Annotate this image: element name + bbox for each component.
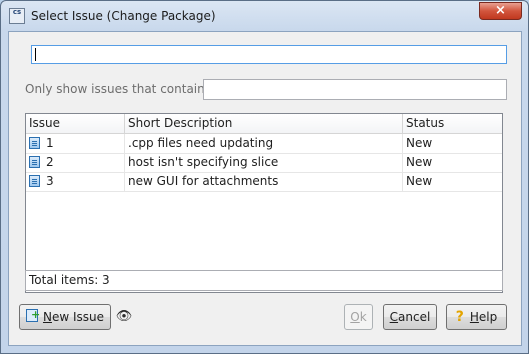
text-caret <box>35 48 36 61</box>
issue-icon <box>29 174 40 187</box>
dialog-body: Only show issues that contain: Issue Sho… <box>8 31 522 346</box>
cancel-mnemonic: C <box>389 310 399 324</box>
table-row[interactable]: 1 .cpp files need updating New <box>26 134 502 154</box>
help-bulb-icon: ? <box>455 309 464 325</box>
issue-cell: 2 <box>26 153 125 172</box>
issue-cell: 3 <box>26 172 125 191</box>
ok-button[interactable]: Ok <box>344 304 373 330</box>
issue-cell: 1 <box>26 134 125 153</box>
status-cell: New <box>406 136 433 150</box>
description-cell: .cpp files need updating <box>125 134 403 153</box>
status-cell: New <box>406 174 433 188</box>
filter-label: Only show issues that contain: <box>25 82 209 96</box>
description-cell: new GUI for attachments <box>125 172 403 191</box>
column-header-description[interactable]: Short Description <box>125 114 403 133</box>
column-header-issue[interactable]: Issue <box>26 114 125 133</box>
filter-input[interactable] <box>203 79 507 100</box>
table-row[interactable]: 2 host isn't specifying slice New <box>26 153 502 173</box>
status-cell: New <box>406 155 433 169</box>
ok-label: k <box>359 310 367 324</box>
new-issue-label: ew Issue <box>51 310 105 324</box>
issue-search-input[interactable] <box>31 45 507 64</box>
table-header: Issue Short Description Status <box>26 114 502 134</box>
title-bar[interactable]: cs Select Issue (Change Package) × <box>1 1 528 31</box>
binoculars-icon[interactable]: 👁 <box>115 308 133 326</box>
help-label: elp <box>478 310 498 324</box>
table-row[interactable]: 3 new GUI for attachments New <box>26 172 502 192</box>
cancel-label: ancel <box>398 310 431 324</box>
column-header-status[interactable]: Status <box>403 114 502 133</box>
new-issue-mnemonic: N <box>42 310 52 324</box>
new-issue-button[interactable]: New Issue <box>19 303 111 330</box>
dialog-window: cs Select Issue (Change Package) × Only … <box>0 0 529 354</box>
ok-mnemonic: O <box>350 310 360 324</box>
total-items-field: Total items: 3 <box>25 270 503 291</box>
close-icon: × <box>495 3 506 18</box>
issue-number: 3 <box>46 174 54 188</box>
app-icon: cs <box>9 8 25 24</box>
new-issue-icon <box>25 303 40 327</box>
issues-table: Issue Short Description Status 1 .cpp fi… <box>25 113 503 293</box>
cancel-button[interactable]: Cancel <box>383 304 437 330</box>
help-button[interactable]: ? Help <box>446 304 507 330</box>
description-cell: host isn't specifying slice <box>125 153 403 172</box>
issue-icon <box>29 136 40 149</box>
close-button[interactable]: × <box>479 2 522 20</box>
issue-number: 2 <box>46 155 54 169</box>
issue-number: 1 <box>46 136 54 150</box>
issue-icon <box>29 155 40 168</box>
window-title: Select Issue (Change Package) <box>31 9 216 23</box>
help-mnemonic: H <box>469 310 479 324</box>
